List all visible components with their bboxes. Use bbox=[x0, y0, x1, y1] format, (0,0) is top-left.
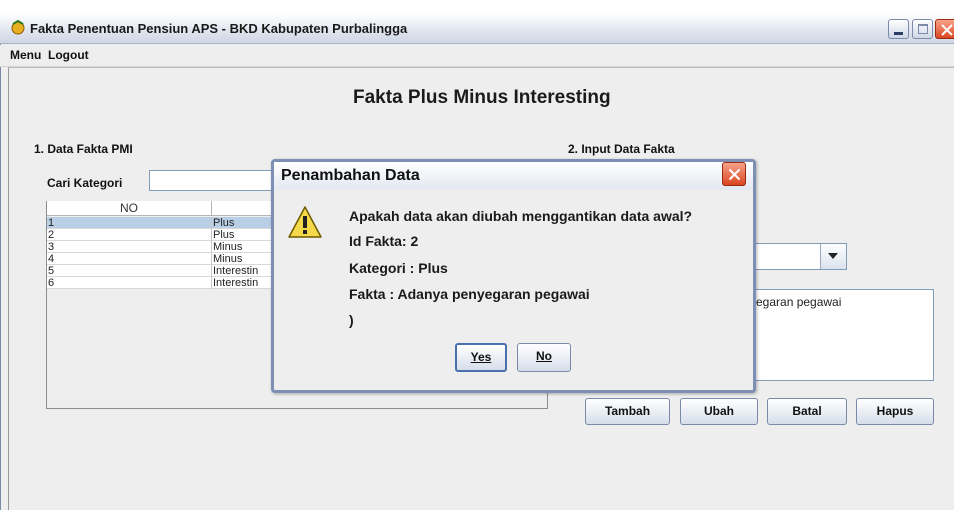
no-button[interactable]: No bbox=[517, 343, 571, 372]
cell-no: 3 bbox=[47, 241, 212, 253]
chevron-down-icon bbox=[828, 253, 838, 259]
no-button-label: No bbox=[536, 349, 552, 363]
yes-button[interactable]: Yes bbox=[455, 343, 507, 372]
minimize-button[interactable] bbox=[888, 19, 909, 39]
fakta-textarea-value: egaran pegawai bbox=[756, 295, 842, 309]
page-title: Fakta Plus Minus Interesting bbox=[353, 87, 611, 108]
confirm-dialog bbox=[271, 159, 756, 393]
close-icon bbox=[941, 24, 953, 36]
menu-bar bbox=[0, 45, 954, 67]
dialog-kategori: Kategori : Plus bbox=[349, 260, 448, 276]
close-button[interactable] bbox=[935, 19, 954, 39]
search-input[interactable] bbox=[149, 170, 279, 191]
ubah-button[interactable]: Ubah bbox=[680, 398, 758, 425]
cell-no: 4 bbox=[47, 253, 212, 265]
column-header-no[interactable]: NO bbox=[47, 201, 212, 216]
dialog-close-button[interactable] bbox=[722, 162, 746, 186]
minimize-icon bbox=[894, 32, 903, 35]
maximize-button[interactable] bbox=[912, 19, 933, 39]
close-icon bbox=[728, 168, 741, 181]
batal-button[interactable]: Batal bbox=[767, 398, 847, 425]
cell-no: 5 bbox=[47, 265, 212, 277]
yes-button-label: Yes bbox=[470, 350, 492, 364]
app-logo-icon bbox=[11, 20, 25, 35]
dialog-fakta: Fakta : Adanya penyegaran pegawai bbox=[349, 286, 590, 302]
dialog-id-fakta: Id Fakta: 2 bbox=[349, 233, 419, 249]
dialog-paren: ) bbox=[349, 312, 354, 328]
hapus-button[interactable]: Hapus bbox=[856, 398, 934, 425]
cell-no: 2 bbox=[47, 229, 212, 241]
maximize-icon bbox=[918, 24, 928, 34]
cell-no: 1 bbox=[47, 217, 212, 229]
dialog-question: Apakah data akan diubah menggantikan dat… bbox=[349, 208, 693, 224]
dialog-title: Penambahan Data bbox=[281, 167, 420, 184]
section-data-fakta-label: 1. Data Fakta PMI bbox=[34, 142, 133, 156]
section-input-fakta-label: 2. Input Data Fakta bbox=[568, 142, 675, 156]
menu-item-menu[interactable]: Menu bbox=[10, 48, 41, 62]
warning-icon bbox=[288, 206, 322, 238]
search-label: Cari Kategori bbox=[47, 176, 123, 190]
tambah-button[interactable]: Tambah bbox=[585, 398, 670, 425]
cell-no: 6 bbox=[47, 277, 212, 289]
menu-item-logout[interactable]: Logout bbox=[48, 48, 89, 62]
window-title: Fakta Penentuan Pensiun APS - BKD Kabupa… bbox=[30, 21, 408, 36]
